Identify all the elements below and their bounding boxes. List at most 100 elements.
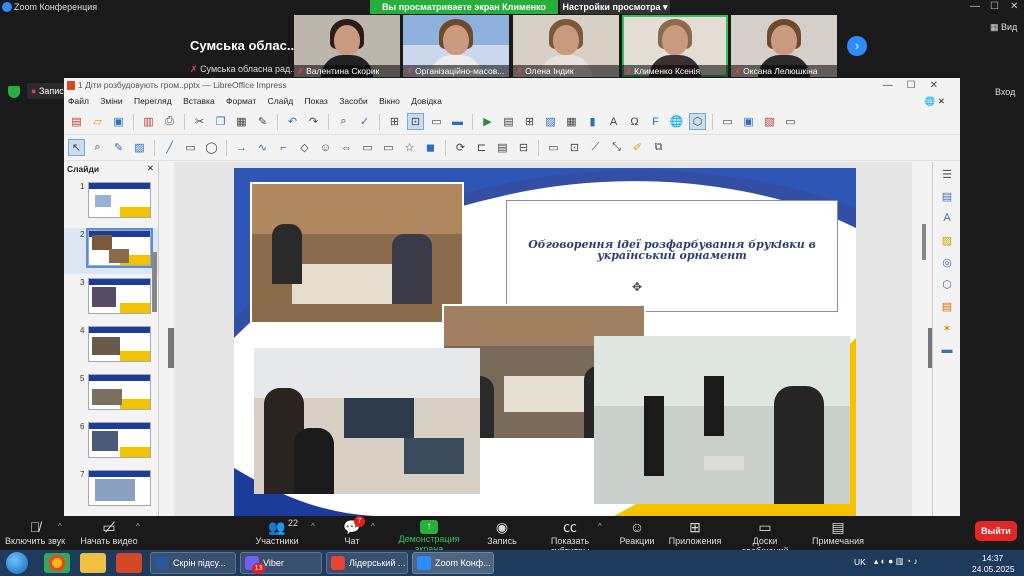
open-icon[interactable]: ▱ bbox=[89, 113, 106, 130]
comment-icon[interactable]: ▭ bbox=[719, 113, 736, 130]
slide-props-icon[interactable]: ▭ bbox=[782, 113, 799, 130]
view-settings-button[interactable]: Настройки просмотра ▾ bbox=[560, 0, 670, 14]
print-icon[interactable]: ⎙ bbox=[161, 113, 178, 130]
new-icon[interactable]: ▤ bbox=[68, 113, 85, 130]
start-show-icon[interactable]: ▶ bbox=[479, 113, 496, 130]
rectangle-icon[interactable]: ▭ bbox=[182, 139, 199, 156]
view-button[interactable]: ▦ Вид bbox=[990, 22, 1017, 33]
paste-icon[interactable]: ▦ bbox=[233, 113, 250, 130]
slide-transition-icon[interactable]: ▤ bbox=[940, 300, 954, 314]
rotate-icon[interactable]: ⟳ bbox=[452, 139, 469, 156]
line-color-icon[interactable]: ✎ bbox=[110, 139, 127, 156]
display-views-icon[interactable]: ▭ bbox=[428, 113, 445, 130]
participant-tile[interactable]: ✗ Олена Індик bbox=[513, 15, 619, 77]
canvas-scrollbar[interactable] bbox=[922, 224, 926, 260]
participants-chevron-icon[interactable]: ^ bbox=[311, 522, 315, 531]
slide-photo-students-table[interactable] bbox=[250, 182, 464, 324]
undo-icon[interactable]: ↶ bbox=[284, 113, 301, 130]
slide-thumbnail[interactable]: 3 bbox=[64, 276, 158, 322]
navigator-icon[interactable]: ◎ bbox=[940, 256, 954, 270]
callout-icon[interactable]: ▭ bbox=[380, 139, 397, 156]
spelling-icon[interactable]: ✓ bbox=[356, 113, 373, 130]
properties-icon[interactable]: ▤ bbox=[940, 190, 954, 204]
tray-icons[interactable]: ▴ ◐ ● ▥ ◔ ♪ bbox=[874, 556, 918, 567]
slide-photo-computer-class[interactable] bbox=[594, 336, 850, 504]
slide-thumbnail[interactable]: 7 bbox=[64, 468, 158, 514]
3d-objects-icon[interactable]: ◼ bbox=[422, 139, 439, 156]
export-pdf-icon[interactable]: ▥ bbox=[140, 113, 157, 130]
animation-icon[interactable]: ✶ bbox=[940, 322, 954, 336]
slide-layout-icon[interactable]: ▤ bbox=[500, 113, 517, 130]
delete-slide-icon[interactable]: ▧ bbox=[761, 113, 778, 130]
curve-icon[interactable]: ∿ bbox=[254, 139, 271, 156]
styles-icon[interactable]: A bbox=[940, 212, 954, 226]
start-video-button[interactable]: ▭̸ Начать видео bbox=[78, 518, 140, 546]
shadow-icon[interactable]: ▭ bbox=[545, 139, 562, 156]
menu-show[interactable]: Показ bbox=[305, 96, 328, 106]
chrome-icon[interactable] bbox=[44, 553, 70, 573]
grid-icon[interactable]: ⊞ bbox=[386, 113, 403, 130]
security-shield-icon[interactable] bbox=[8, 86, 20, 98]
glue-points-icon[interactable]: ✐ bbox=[629, 139, 646, 156]
hyperlink-icon[interactable]: 🌐 bbox=[668, 113, 685, 130]
close-icon[interactable]: ✕ bbox=[1010, 1, 1018, 12]
crop-icon[interactable]: ⊡ bbox=[566, 139, 583, 156]
menu-help[interactable]: Довідка bbox=[411, 96, 442, 106]
table-icon[interactable]: ⊞ bbox=[521, 113, 538, 130]
participant-tile-active[interactable]: ✗ Клименко Ксенія bbox=[622, 15, 728, 77]
select-icon[interactable]: ↖ bbox=[68, 139, 85, 156]
slide-thumbnail[interactable]: 6 bbox=[64, 420, 158, 466]
share-screen-button[interactable]: ↑ Демонстрация экрана bbox=[386, 518, 472, 554]
menu-slide[interactable]: Слайд bbox=[268, 96, 294, 106]
connector-icon[interactable]: ⌐ bbox=[275, 139, 292, 156]
distribute-icon[interactable]: ⊟ bbox=[515, 139, 532, 156]
reactions-button[interactable]: ☺ Реакции bbox=[618, 518, 656, 546]
language-indicator[interactable]: UK bbox=[854, 557, 866, 567]
unmute-button[interactable]: 🎙̸ Включить звук bbox=[4, 518, 66, 546]
master-slides-icon[interactable]: ▬ bbox=[940, 344, 954, 358]
textbox-icon[interactable]: A bbox=[605, 113, 622, 130]
shapes-icon[interactable]: ⬡ bbox=[689, 113, 706, 130]
menu-insert[interactable]: Вставка bbox=[183, 96, 215, 106]
participant-tile[interactable]: ✗ Оксана Лелюшкіна bbox=[731, 15, 837, 77]
apps-button[interactable]: ⊞ Приложения bbox=[668, 518, 722, 546]
maximize-icon[interactable]: ☐ bbox=[990, 1, 999, 12]
menu-edit[interactable]: Зміни bbox=[100, 96, 122, 106]
stars-icon[interactable]: ☆ bbox=[401, 139, 418, 156]
points-icon[interactable]: ⤡ bbox=[608, 139, 625, 156]
fill-color-icon[interactable]: ▨ bbox=[131, 139, 148, 156]
image-icon[interactable]: ▨ bbox=[542, 113, 559, 130]
master-slide-icon[interactable]: ▬ bbox=[449, 113, 466, 130]
arrange-icon[interactable]: ▤ bbox=[494, 139, 511, 156]
close-pane-icon[interactable]: ✕ bbox=[147, 163, 154, 174]
shapes-panel-icon[interactable]: ⬡ bbox=[940, 278, 954, 292]
media-icon[interactable]: ▦ bbox=[563, 113, 580, 130]
powerpoint-icon[interactable] bbox=[116, 553, 142, 573]
captions-chevron-icon[interactable]: ^ bbox=[598, 522, 602, 531]
chat-chevron-icon[interactable]: ^ bbox=[371, 522, 375, 531]
start-button-icon[interactable] bbox=[6, 552, 28, 574]
audio-options-chevron-icon[interactable]: ^ bbox=[58, 522, 62, 531]
current-slide[interactable]: Обговорення ідеї розфарбування бруківки … bbox=[234, 168, 856, 516]
chart-icon[interactable]: ▮ bbox=[584, 113, 601, 130]
gallery-icon[interactable]: ▨ bbox=[940, 234, 954, 248]
arrow-icon[interactable]: → bbox=[233, 139, 250, 156]
cut-icon[interactable]: ✂ bbox=[191, 113, 208, 130]
file-explorer-icon[interactable] bbox=[80, 553, 106, 573]
basic-shapes-icon[interactable]: ◇ bbox=[296, 139, 313, 156]
zoom-icon[interactable]: ⌕ bbox=[89, 139, 106, 156]
menu-format[interactable]: Формат bbox=[226, 96, 256, 106]
clock-date[interactable]: 24.05.2025 bbox=[972, 564, 1015, 574]
notes-button[interactable]: ▤ Примечания bbox=[810, 518, 866, 546]
align-icon[interactable]: ⊏ bbox=[473, 139, 490, 156]
clock-time[interactable]: 14:37 bbox=[982, 553, 1003, 563]
impress-window-controls[interactable]: —☐✕ bbox=[883, 78, 952, 93]
taskbar-chrome[interactable]: Лідерський ... bbox=[326, 552, 408, 574]
minimize-icon[interactable]: — bbox=[970, 1, 980, 12]
menu-view[interactable]: Перегляд bbox=[134, 96, 172, 106]
record-button[interactable]: ◉ Запись bbox=[486, 518, 518, 546]
leave-button[interactable]: Выйти bbox=[975, 521, 1017, 541]
toggle-extrusion-icon[interactable]: ⧉ bbox=[650, 139, 667, 156]
slide-title-box[interactable]: Обговорення ідеї розфарбування бруківки … bbox=[506, 200, 838, 312]
line-icon[interactable]: ╱ bbox=[161, 139, 178, 156]
